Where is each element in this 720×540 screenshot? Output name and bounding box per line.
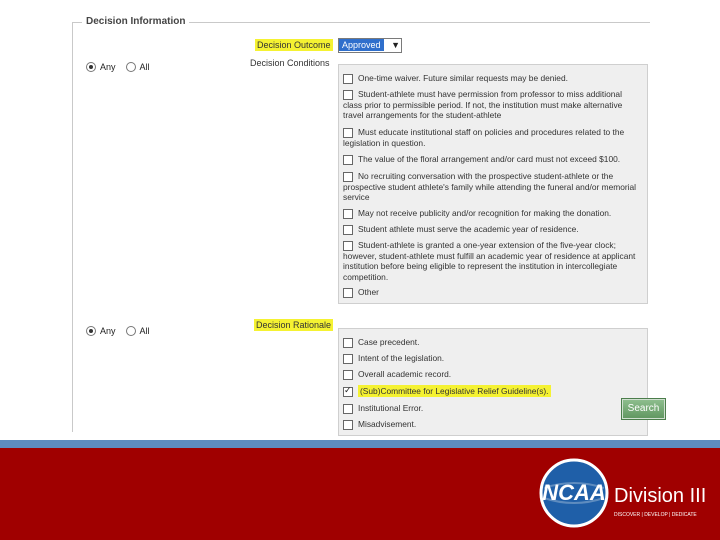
decision-rationale-label: Decision Rationale — [254, 319, 334, 331]
rationale-all-label: All — [139, 326, 150, 336]
conditions-all-radio[interactable] — [125, 62, 136, 72]
conditions-any-radio[interactable] — [86, 62, 96, 72]
rationale-item[interactable]: (Sub)Committee for Legislative Relief Gu… — [343, 385, 641, 397]
screenshot-area: Decision Information Decision Outcome Ap… — [72, 14, 650, 436]
checkbox[interactable] — [343, 171, 353, 182]
footer-stripe — [0, 440, 720, 448]
checkbox[interactable] — [343, 353, 353, 364]
decision-outcome-select[interactable]: Approved ▼ — [338, 38, 402, 53]
conditions-any-label: Any — [100, 62, 116, 72]
rationale-item[interactable]: Overall academic record. — [343, 369, 641, 380]
checkbox[interactable] — [343, 403, 353, 414]
ncaa-logo-graphic: NCAA Division III DISCOVER | DEVELOP | D… — [539, 458, 706, 528]
condition-item[interactable]: Student athlete must serve the academic … — [343, 224, 641, 235]
logo-text: NCAA — [542, 480, 606, 505]
tagline-text: DISCOVER | DEVELOP | DEDICATE — [614, 512, 697, 518]
checkbox-checked[interactable] — [343, 385, 353, 397]
division-text: Division III — [614, 485, 706, 507]
chevron-down-icon: ▼ — [391, 40, 400, 50]
rationale-item[interactable]: Case precedent. — [343, 337, 641, 348]
condition-item[interactable]: May not receive publicity and/or recogni… — [343, 208, 641, 219]
decision-outcome-label: Decision Outcome — [255, 39, 333, 51]
decision-conditions-label: Decision Conditions — [250, 58, 330, 68]
condition-item[interactable]: Must educate institutional staff on poli… — [343, 127, 641, 148]
rationale-all-radio[interactable] — [125, 326, 136, 336]
condition-item[interactable]: Student-athlete must have permission fro… — [343, 89, 641, 121]
conditions-all-label: All — [139, 62, 150, 72]
checkbox[interactable] — [343, 224, 353, 235]
ncaa-division-iii-logo: NCAA Division III DISCOVER | DEVELOP | D… — [538, 458, 708, 528]
condition-item[interactable]: Student-athlete is granted a one-year ex… — [343, 240, 641, 283]
rationale-panel: Case precedent. Intent of the legislatio… — [338, 328, 648, 436]
checkbox[interactable] — [343, 419, 353, 430]
section-legend: Decision Information — [82, 16, 190, 27]
rationale-item[interactable]: Institutional Error. — [343, 403, 641, 414]
rationale-radio-group: Any All — [86, 326, 150, 336]
checkbox[interactable] — [343, 208, 353, 219]
condition-item[interactable]: No recruiting conversation with the pros… — [343, 171, 641, 203]
checkbox[interactable] — [343, 127, 353, 138]
checkbox[interactable] — [343, 369, 353, 380]
rationale-item[interactable]: Intent of the legislation. — [343, 353, 641, 364]
condition-item[interactable]: One-time waiver. Future similar requests… — [343, 73, 641, 84]
rationale-item[interactable]: Misadvisement. — [343, 419, 641, 430]
fieldset-border-left — [72, 22, 73, 432]
search-button[interactable]: Search — [621, 398, 666, 420]
rationale-any-label: Any — [100, 326, 116, 336]
checkbox[interactable] — [343, 337, 353, 348]
conditions-radio-group: Any All — [86, 62, 150, 72]
condition-item[interactable]: The value of the floral arrangement and/… — [343, 154, 641, 165]
checkbox[interactable] — [343, 154, 353, 165]
conditions-panel: One-time waiver. Future similar requests… — [338, 64, 648, 304]
checkbox[interactable] — [343, 240, 353, 251]
checkbox[interactable] — [343, 73, 353, 84]
checkbox[interactable] — [343, 89, 353, 100]
rationale-any-radio[interactable] — [86, 326, 96, 336]
condition-item[interactable]: Other — [343, 287, 641, 298]
checkbox[interactable] — [343, 287, 353, 298]
